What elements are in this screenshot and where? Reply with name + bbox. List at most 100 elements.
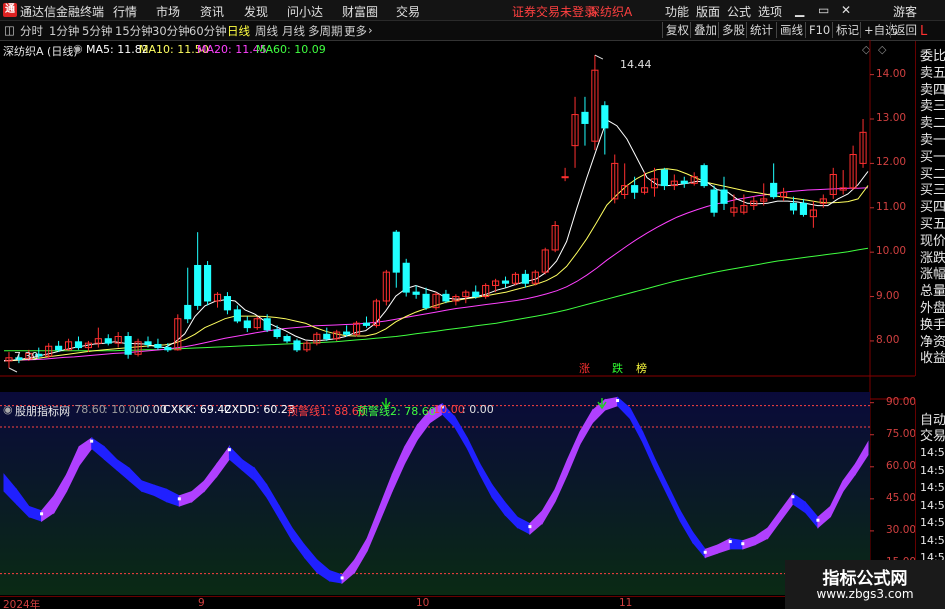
indicator-tick-label: 75.00 bbox=[886, 427, 917, 440]
tab-multi-period[interactable]: 多周期 bbox=[308, 23, 343, 39]
candle bbox=[501, 276, 510, 288]
f10-button[interactable]: F10 bbox=[805, 22, 833, 38]
turning-point-dot bbox=[816, 518, 820, 522]
side-panel-item[interactable]: 卖三 bbox=[920, 100, 945, 114]
candle-body bbox=[194, 264, 202, 306]
candle bbox=[154, 338, 162, 350]
menu-item-quotes[interactable]: 行情 bbox=[113, 3, 137, 20]
guest-account[interactable]: 游客 bbox=[893, 3, 917, 20]
maximize-icon[interactable]: ▭ bbox=[818, 3, 829, 17]
side-panel-item[interactable]: 卖五 bbox=[920, 66, 945, 81]
indicator-name[interactable]: 股朋指标网 bbox=[15, 403, 70, 419]
side-panel-item[interactable]: 买一 bbox=[920, 150, 945, 165]
stats-button[interactable]: 统计 bbox=[746, 22, 776, 38]
login-notice[interactable]: 证券交易未登录 bbox=[512, 3, 596, 20]
candle-body bbox=[204, 264, 212, 302]
moving-average-lines bbox=[3, 119, 869, 362]
tab-intraday[interactable]: 分时 bbox=[20, 23, 43, 39]
cxdd-value: CXDD: 60.23 bbox=[224, 403, 295, 416]
candle-body bbox=[581, 111, 589, 124]
tab-weekly[interactable]: 周线 bbox=[255, 23, 278, 39]
candle bbox=[680, 176, 688, 188]
tab-more[interactable]: 更多 bbox=[344, 23, 367, 39]
candle-body bbox=[770, 182, 778, 198]
candle bbox=[541, 247, 549, 275]
side-panel-item[interactable]: 外盘 bbox=[920, 302, 945, 316]
side-panel-item[interactable]: 卖二 bbox=[920, 117, 945, 131]
turning-point-dot bbox=[340, 576, 344, 580]
side-panel-item[interactable]: 换手 bbox=[920, 318, 945, 333]
candle-body bbox=[144, 341, 152, 345]
side-panel-item[interactable]: 买二 bbox=[920, 167, 945, 182]
tab-monthly[interactable]: 月线 bbox=[282, 23, 305, 39]
collapse-icon[interactable]: ◫ bbox=[4, 23, 15, 37]
side-panel-item[interactable]: 现价 bbox=[920, 234, 945, 249]
candle bbox=[789, 196, 798, 215]
tab-60min[interactable]: 60分钟 bbox=[189, 23, 227, 39]
tab-30min[interactable]: 30分钟 bbox=[152, 23, 190, 39]
indicator-settings-icon[interactable]: ◉ bbox=[3, 403, 13, 416]
menu-item-market[interactable]: 市场 bbox=[156, 3, 180, 20]
menu-item-wealth-circle[interactable]: 财富圈 bbox=[342, 3, 378, 20]
overlay-button[interactable]: 叠加 bbox=[690, 22, 720, 38]
candle bbox=[670, 174, 678, 191]
indicator-tick-label: 45.00 bbox=[886, 491, 917, 504]
candle bbox=[352, 320, 361, 337]
tab-15min[interactable]: 15分钟 bbox=[115, 23, 153, 39]
adjust-button[interactable]: 复权 bbox=[662, 22, 692, 38]
menu-item-trade[interactable]: 交易 bbox=[396, 3, 420, 20]
side-panel-item[interactable]: 净资 bbox=[920, 335, 945, 350]
side-panel-item[interactable]: 涨幅 bbox=[920, 268, 945, 282]
close-icon[interactable]: ✕ bbox=[841, 3, 851, 17]
tab-5min[interactable]: 5分钟 bbox=[82, 23, 112, 39]
menu-item-function[interactable]: 功能 bbox=[665, 3, 689, 20]
side-panel-item[interactable]: 买四 bbox=[920, 201, 945, 215]
menu-item-formula[interactable]: 公式 bbox=[727, 3, 751, 20]
mark-button[interactable]: 标记 bbox=[832, 22, 862, 38]
multi-stock-button[interactable]: 多股 bbox=[718, 22, 748, 38]
cxkk-ribbon-segment bbox=[729, 538, 744, 550]
candle bbox=[233, 305, 241, 324]
candle bbox=[174, 314, 182, 351]
candle bbox=[273, 325, 281, 339]
turning-point-dot bbox=[528, 525, 532, 529]
x-label-year: 2024年 bbox=[3, 599, 41, 609]
price-axis: 14.00 13.00 12.00 11.00 10.00 9.00 8.00 bbox=[870, 40, 915, 376]
minimize-icon[interactable]: ▁ bbox=[795, 3, 804, 17]
side-panel-item[interactable]: 卖一 bbox=[920, 134, 945, 148]
tab-1min[interactable]: 1分钟 bbox=[49, 23, 79, 39]
draw-line-button[interactable]: 画线 bbox=[776, 22, 806, 38]
candle-body bbox=[561, 176, 569, 179]
trade-time-label: 14:56 bbox=[920, 446, 945, 459]
menu-item-layout[interactable]: 版面 bbox=[696, 3, 720, 20]
side-panel-item[interactable]: 委比 bbox=[920, 50, 945, 64]
side-panel-item[interactable]: 总量 bbox=[920, 285, 945, 299]
rank-signal[interactable]: 榜 bbox=[636, 360, 647, 376]
menu-item-options[interactable]: 选项 bbox=[758, 3, 782, 20]
chevron-right-icon[interactable]: › bbox=[368, 23, 373, 37]
menu-item-discover[interactable]: 发现 bbox=[244, 3, 268, 20]
candle-body bbox=[74, 341, 83, 349]
tab-daily[interactable]: 日线 bbox=[227, 23, 250, 39]
menu-item-ask-xiaoda[interactable]: 问小达 bbox=[287, 3, 323, 20]
app-window: 通 通达信金融终端 行情 市场 资讯 发现 问小达 财富圈 交易 证券交易未登录… bbox=[0, 0, 945, 609]
auto-label[interactable]: 自动 bbox=[920, 414, 945, 428]
fall-signal[interactable]: 跌 bbox=[612, 360, 623, 376]
candle bbox=[124, 332, 132, 359]
x-label-nov: 11 bbox=[619, 597, 633, 609]
side-panel-item[interactable]: 涨跌 bbox=[920, 251, 945, 266]
side-panel-item[interactable]: 收益 bbox=[920, 352, 945, 366]
menu-item-news[interactable]: 资讯 bbox=[200, 3, 224, 20]
kline-chart[interactable] bbox=[0, 40, 915, 609]
candle-body bbox=[283, 335, 291, 342]
side-panel-item[interactable]: 买五 bbox=[920, 218, 945, 232]
price-tick-label: 12.00 bbox=[876, 156, 907, 169]
rise-signal[interactable]: 涨 bbox=[579, 360, 590, 376]
watermark-badge: 指标公式网 www.zbgs3.com bbox=[785, 560, 945, 609]
side-panel-item[interactable]: 卖四 bbox=[920, 83, 945, 98]
back-button[interactable]: 返回 bbox=[890, 22, 920, 38]
candle-body bbox=[243, 320, 251, 329]
side-panel-item[interactable]: 买三 bbox=[920, 184, 945, 198]
trade-label[interactable]: 交易 bbox=[920, 430, 945, 444]
candle bbox=[710, 185, 718, 217]
